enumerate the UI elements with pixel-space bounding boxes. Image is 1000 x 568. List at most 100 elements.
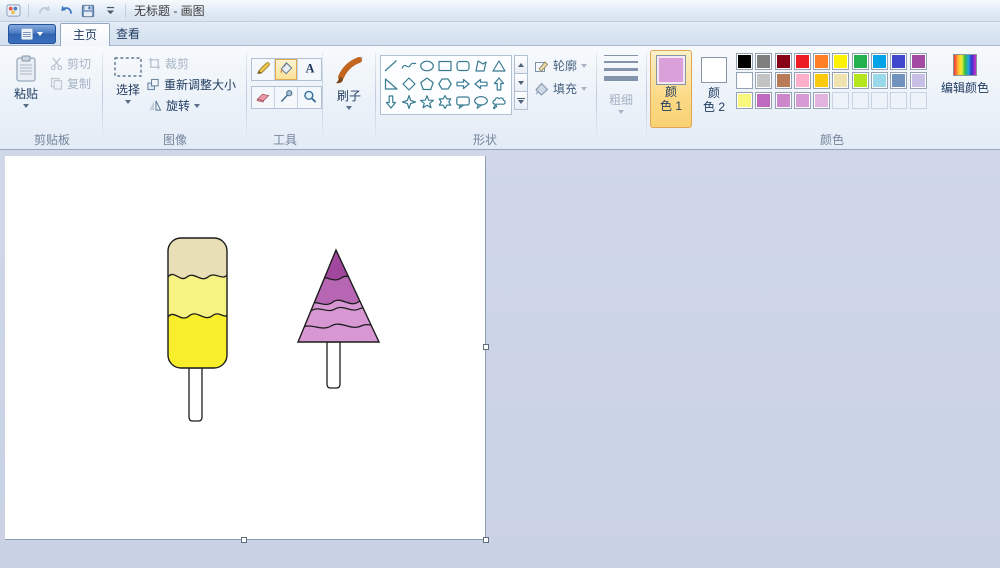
palette-swatch[interactable] <box>909 72 927 90</box>
qat-customize-icon[interactable] <box>101 3 119 19</box>
canvas-resize-handle-corner[interactable] <box>483 537 489 543</box>
shape-star-6[interactable] <box>436 93 454 111</box>
shape-right-triangle[interactable] <box>382 75 400 93</box>
undo-icon[interactable] <box>57 3 75 19</box>
select-button[interactable]: 选择 <box>108 52 148 126</box>
palette-swatch[interactable] <box>890 72 908 90</box>
shape-hexagon[interactable] <box>436 75 454 93</box>
stroke-size-label: 粗细 <box>608 93 633 107</box>
redo-icon[interactable] <box>35 3 53 19</box>
canvas-resize-handle-bottom[interactable] <box>241 537 247 543</box>
color1-swatch <box>656 55 686 85</box>
palette-swatch-empty[interactable] <box>832 91 850 109</box>
palette-swatch[interactable] <box>793 53 811 70</box>
palette-swatch[interactable] <box>755 91 773 109</box>
palette-swatch[interactable] <box>736 91 753 109</box>
cut-button[interactable]: 剪切 <box>50 55 91 72</box>
outline-icon <box>535 60 549 72</box>
shape-rounded-rectangle[interactable] <box>454 57 472 75</box>
shape-triangle[interactable] <box>490 57 508 75</box>
eraser-tool-button[interactable] <box>252 87 275 108</box>
eyedropper-icon <box>278 89 294 107</box>
shapes-more-button[interactable] <box>514 91 528 110</box>
color2-button[interactable]: 颜 色 2 <box>696 50 732 128</box>
palette-swatch[interactable] <box>774 72 792 90</box>
shape-callout-cloud[interactable] <box>490 93 508 111</box>
color1-button[interactable]: 颜 色 1 <box>650 50 692 128</box>
shape-callout-oval[interactable] <box>472 93 490 111</box>
palette-swatch[interactable] <box>909 53 927 70</box>
eyedropper-tool-button[interactable] <box>275 87 298 108</box>
file-menu-button[interactable] <box>8 24 56 44</box>
shape-line[interactable] <box>382 57 400 75</box>
brushes-label: 刷子 <box>336 89 361 103</box>
palette-swatch[interactable] <box>871 72 889 90</box>
palette-swatch[interactable] <box>813 72 831 90</box>
text-tool-button[interactable]: A <box>298 59 321 80</box>
shape-polygon[interactable] <box>472 57 490 75</box>
pencil-tool-button[interactable] <box>252 59 275 80</box>
copy-button[interactable]: 复制 <box>50 75 91 92</box>
magnifier-tool-button[interactable] <box>298 87 321 108</box>
palette-swatch[interactable] <box>736 72 753 90</box>
save-icon[interactable] <box>79 3 97 19</box>
shape-pentagon[interactable] <box>418 75 436 93</box>
tab-home[interactable]: 主页 <box>60 23 111 46</box>
palette-swatch[interactable] <box>851 72 869 90</box>
window-title: 无标题 - 画图 <box>134 4 205 18</box>
shape-arrow-left[interactable] <box>472 75 490 93</box>
rotate-button[interactable]: 旋转 <box>148 97 201 114</box>
palette-swatch[interactable] <box>755 72 773 90</box>
stroke-size-icon <box>604 55 638 81</box>
palette-swatch-empty[interactable] <box>871 91 889 109</box>
palette-swatch-empty[interactable] <box>851 91 869 109</box>
edit-colors-button[interactable]: 编辑颜色 <box>934 51 996 96</box>
divider <box>28 3 29 18</box>
shape-arrow-down[interactable] <box>382 93 400 111</box>
shape-curve[interactable] <box>400 57 418 75</box>
shape-fill-button[interactable]: 填充 <box>534 80 588 97</box>
stroke-size-button[interactable]: 粗细 <box>600 52 642 126</box>
palette-swatch[interactable] <box>890 53 908 70</box>
shape-rectangle[interactable] <box>436 57 454 75</box>
palette-swatch[interactable] <box>871 53 889 70</box>
palette-swatch[interactable] <box>832 72 850 90</box>
shape-arrow-right[interactable] <box>454 75 472 93</box>
group-image: 选择 裁剪 重新调整大小 旋转 图像 <box>104 46 246 150</box>
palette-swatch-empty[interactable] <box>890 91 908 109</box>
palette-swatch[interactable] <box>832 53 850 70</box>
divider <box>125 3 126 18</box>
shape-outline-button[interactable]: 轮廓 <box>534 57 588 74</box>
drawing-canvas[interactable] <box>5 156 486 540</box>
palette-swatch[interactable] <box>774 53 792 70</box>
crop-button[interactable]: 裁剪 <box>148 55 189 72</box>
palette-swatch[interactable] <box>736 53 753 70</box>
palette-swatch[interactable] <box>851 53 869 70</box>
palette-swatch[interactable] <box>793 72 811 90</box>
color1-label-line1: 颜 <box>664 85 677 99</box>
fill-tool-button[interactable] <box>275 59 298 80</box>
canvas-resize-handle-right[interactable] <box>483 344 489 350</box>
resize-button[interactable]: 重新调整大小 <box>146 76 236 93</box>
palette-swatch-empty[interactable] <box>909 91 927 109</box>
clipboard-icon <box>16 55 36 82</box>
brush-icon <box>336 56 363 84</box>
triangle-down-icon <box>518 99 524 104</box>
shape-star-5[interactable] <box>418 93 436 111</box>
shape-star-4[interactable] <box>400 93 418 111</box>
palette-swatch[interactable] <box>813 91 831 109</box>
paste-button[interactable]: 粘贴 <box>6 52 46 126</box>
shape-callout-rounded[interactable] <box>454 93 472 111</box>
palette-swatch[interactable] <box>793 91 811 109</box>
shapes-scroll-up-button[interactable] <box>514 55 528 74</box>
shape-ellipse[interactable] <box>418 57 436 75</box>
tab-view[interactable]: 查看 <box>104 23 152 46</box>
shapes-scroll-down-button[interactable] <box>514 73 528 92</box>
palette-swatch[interactable] <box>774 91 792 109</box>
group-label-clipboard: 剪贴板 <box>33 133 70 147</box>
shape-diamond[interactable] <box>400 75 418 93</box>
palette-swatch[interactable] <box>813 53 831 70</box>
shape-arrow-up[interactable] <box>490 75 508 93</box>
palette-swatch[interactable] <box>755 53 773 70</box>
brushes-button[interactable]: 刷子 <box>326 52 372 126</box>
